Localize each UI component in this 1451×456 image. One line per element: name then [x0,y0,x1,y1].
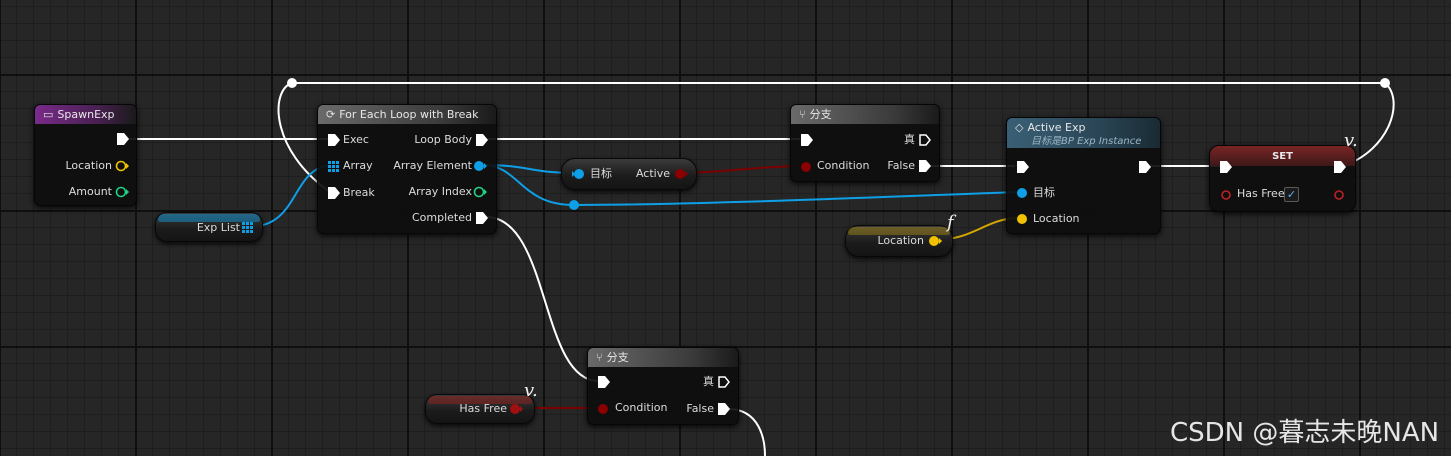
exec-out-pin[interactable] [1139,161,1151,173]
pin-label: Has Free [1237,187,1285,200]
location-vector-in-pin[interactable] [1016,213,1028,225]
vector-pin-location[interactable] [115,160,129,172]
node-header: ⑂ 分支 [791,105,939,124]
location-vector-out-pin[interactable] [928,235,942,247]
pin-label: Exec [343,133,369,146]
pin-label: Array [343,159,373,172]
reroute-knot-left [287,78,297,88]
node-title: For Each Loop with Break [339,108,479,121]
node-for-each-loop-with-break[interactable]: ⟳ For Each Loop with Break Exec Array Bre… [317,104,497,234]
node-spawnexp-event[interactable]: ▭ SpawnExp Location Amount [34,104,137,206]
exec-in-pin[interactable] [598,376,610,388]
pin-label: Location [877,234,924,247]
target-in-pin[interactable] [572,168,586,180]
pin-label: Has Free [459,402,507,415]
node-title: SET [1272,151,1293,162]
pin-label: 真 [703,375,714,388]
exec-in-pin[interactable] [801,134,813,146]
has-free-bool-out-pin[interactable] [1333,189,1345,201]
event-icon: ▭ [43,108,54,121]
node-get-location[interactable]: Location [845,225,953,257]
var-getter-exp-list[interactable]: Exp List [155,212,263,242]
node-subtitle: 目标是BP Exp Instance [1031,136,1142,147]
loop-body-exec-out-pin[interactable] [476,134,488,146]
has-free-checkbox[interactable]: ✓ [1284,187,1299,202]
node-active-exp-function[interactable]: ◇ Active Exp 目标是BP Exp Instance 目标 Locati… [1006,117,1161,234]
array-grid-icon[interactable] [242,222,253,233]
array-index-out-pin[interactable] [473,186,487,198]
reroute-knot-right [1380,78,1390,88]
node-set-has-free[interactable]: SET Has Free ✓ [1209,145,1356,212]
node-header: ◇ Active Exp 目标是BP Exp Instance [1007,118,1160,148]
break-exec-in-pin[interactable] [328,187,340,199]
completed-exec-out-pin[interactable] [476,212,488,224]
function-symbol: f [947,212,954,233]
pin-label: Location [65,159,112,172]
blueprint-graph-canvas[interactable]: ▭ SpawnExp Location Amount Exp List ⟳ For … [0,0,1451,456]
exec-out-pin[interactable] [117,133,129,145]
active-bool-out-pin[interactable] [674,168,688,180]
pin-label: Location [1033,212,1080,225]
int-pin-amount[interactable] [115,186,129,198]
pin-label: Array Element [393,159,472,172]
node-title: Active Exp [1027,121,1086,134]
pin-label: Completed [412,211,472,224]
has-free-bool-in-pin[interactable] [1220,189,1232,201]
exec-out-pin[interactable] [1334,161,1346,173]
pin-label: Amount [68,185,112,198]
pin-label: Break [343,186,375,199]
exec-in-pin[interactable] [1017,161,1029,173]
reroute-knot-blue [569,200,579,210]
variable-symbol: v. [1344,130,1358,151]
node-header: ⑂ 分支 [588,348,738,367]
variable-symbol: v. [524,380,538,401]
loop-macro-icon: ⟳ [326,108,336,121]
node-title: SpawnExp [57,108,115,121]
true-exec-out-pin[interactable] [919,134,931,146]
pin-label: Array Index [408,185,472,198]
node-header: ⟳ For Each Loop with Break [318,105,496,124]
pin-label: 目标 [1033,186,1055,199]
exec-in-pin[interactable] [328,134,340,146]
pin-label: False [887,159,915,172]
var-label: Exp List [196,221,240,234]
node-header: ▭ SpawnExp [35,105,136,124]
true-exec-out-pin[interactable] [718,376,730,388]
pin-label: Loop Body [414,133,472,146]
condition-bool-in-pin[interactable] [800,161,812,173]
array-element-out-pin[interactable] [473,160,487,172]
node-branch-top[interactable]: ⑂ 分支 真 Condition False [790,104,940,182]
wire-completed-to-branch [485,216,599,382]
node-get-active[interactable]: 目标 Active [561,158,697,190]
watermark: CSDN @暮志未晚NAN [1170,418,1440,448]
pin-label: Active [635,167,670,180]
pin-label: Condition [817,159,870,172]
false-exec-out-pin[interactable] [919,160,931,172]
array-in-pin[interactable] [328,161,339,172]
branch-icon: ⑂ [799,108,806,121]
function-icon: ◇ [1015,121,1024,134]
node-title: 分支 [809,108,832,121]
branch-icon: ⑂ [596,351,603,364]
pin-label: 真 [904,133,915,146]
pin-label: False [686,402,714,415]
node-title: 分支 [606,351,629,364]
condition-bool-in-pin[interactable] [597,403,609,415]
exec-in-pin[interactable] [1220,161,1232,173]
has-free-bool-out-pin[interactable] [509,403,523,415]
pin-label: 目标 [590,167,612,180]
node-get-has-free[interactable]: Has Free [425,394,535,424]
false-exec-out-pin[interactable] [718,403,730,415]
target-in-pin[interactable] [1016,187,1028,199]
pin-label: Condition [615,401,668,414]
node-branch-bottom[interactable]: ⑂ 分支 真 Condition False [587,347,739,425]
